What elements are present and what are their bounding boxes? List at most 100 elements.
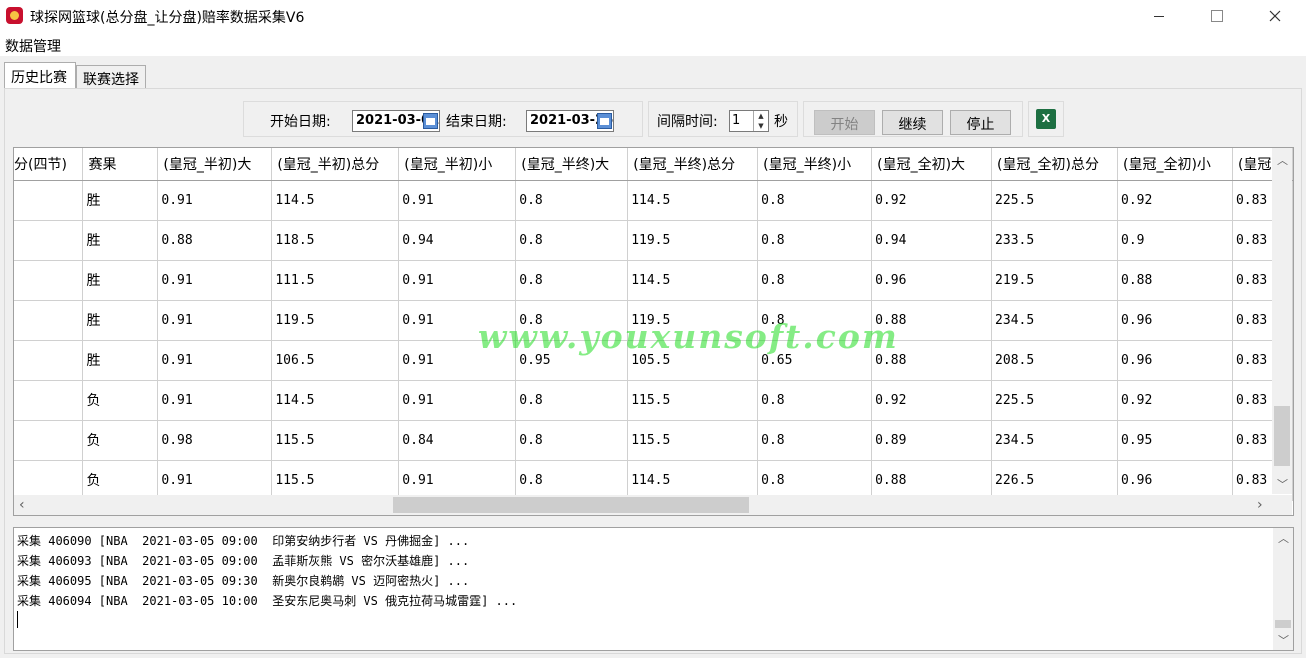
table-cell[interactable]: 226.5 bbox=[991, 460, 1118, 501]
column-header[interactable]: (皇冠_半终)总分 bbox=[627, 148, 759, 181]
start-button[interactable]: 开始 bbox=[814, 110, 875, 135]
grid-horizontal-scrollbar[interactable]: ‹ › bbox=[14, 495, 1272, 515]
column-header[interactable]: (皇冠_全初)大 bbox=[871, 148, 993, 181]
table-cell[interactable]: 0.8 bbox=[515, 420, 629, 461]
grid-horizontal-scroll-thumb[interactable] bbox=[393, 497, 749, 513]
table-cell[interactable] bbox=[14, 300, 84, 341]
interval-stepper[interactable]: 1 ▲ ▼ bbox=[729, 110, 769, 132]
log-output[interactable]: 采集 406090 [NBA 2021-03-05 09:00 印第安纳步行者 … bbox=[13, 527, 1294, 651]
table-cell[interactable]: 0.95 bbox=[1117, 420, 1233, 461]
table-cell[interactable]: 0.96 bbox=[1117, 460, 1233, 501]
table-cell[interactable]: 114.5 bbox=[271, 180, 400, 221]
scroll-down-arrow-icon[interactable]: ﹀ bbox=[1278, 632, 1289, 648]
table-cell[interactable]: 233.5 bbox=[991, 220, 1118, 261]
table-cell[interactable]: 0.9 bbox=[1117, 220, 1233, 261]
table-cell[interactable]: 0.91 bbox=[398, 460, 517, 501]
table-cell[interactable]: 0.96 bbox=[1117, 300, 1233, 341]
table-cell[interactable] bbox=[14, 340, 84, 381]
maximize-button[interactable] bbox=[1188, 0, 1246, 32]
column-header[interactable]: (皇冠_全初)小 bbox=[1117, 148, 1233, 181]
spin-down-arrow-icon[interactable]: ▼ bbox=[753, 121, 768, 131]
table-cell[interactable]: 0.8 bbox=[515, 260, 629, 301]
table-cell[interactable]: 234.5 bbox=[991, 300, 1118, 341]
table-cell[interactable]: 119.5 bbox=[271, 300, 400, 341]
table-cell[interactable]: 208.5 bbox=[991, 340, 1118, 381]
table-cell[interactable]: 胜 bbox=[82, 180, 159, 221]
table-cell[interactable]: 225.5 bbox=[991, 380, 1118, 421]
table-cell[interactable]: 0.8 bbox=[515, 180, 629, 221]
table-cell[interactable]: 0.8 bbox=[757, 420, 873, 461]
table-cell[interactable] bbox=[14, 380, 84, 421]
table-cell[interactable]: 0.8 bbox=[757, 220, 873, 261]
table-cell[interactable]: 0.91 bbox=[398, 380, 517, 421]
table-cell[interactable]: 115.5 bbox=[627, 380, 759, 421]
column-header[interactable]: (皇冠_半初)总分 bbox=[271, 148, 400, 181]
table-cell[interactable]: 0.91 bbox=[157, 180, 273, 221]
table-row[interactable]: 胜 0.91 114.5 0.91 0.8 114.5 0.8 0.92 225.5 0.92 0.… bbox=[14, 180, 1293, 221]
close-button[interactable] bbox=[1246, 0, 1304, 32]
table-cell[interactable]: 0.91 bbox=[398, 260, 517, 301]
column-header[interactable]: (皇冠_半终)大 bbox=[515, 148, 629, 181]
table-cell[interactable]: 胜 bbox=[82, 340, 159, 381]
table-cell[interactable]: 0.92 bbox=[871, 180, 993, 221]
table-cell[interactable]: 114.5 bbox=[627, 180, 759, 221]
table-cell[interactable]: 106.5 bbox=[271, 340, 400, 381]
table-cell[interactable]: 0.8 bbox=[515, 460, 629, 501]
column-header[interactable]: (皇冠_半初)小 bbox=[398, 148, 517, 181]
scroll-right-arrow-icon[interactable]: › bbox=[1257, 497, 1263, 513]
table-cell[interactable]: 0.91 bbox=[157, 300, 273, 341]
table-row[interactable]: 胜 0.91 111.5 0.91 0.8 114.5 0.8 0.96 219.5 0.88 0.… bbox=[14, 260, 1293, 301]
table-cell[interactable]: 0.96 bbox=[871, 260, 993, 301]
minimize-button[interactable] bbox=[1130, 0, 1188, 32]
grid-vertical-scrollbar[interactable]: ︿ ﹀ bbox=[1272, 148, 1292, 494]
table-cell[interactable]: 0.96 bbox=[1117, 340, 1233, 381]
excel-export-icon[interactable]: X bbox=[1036, 109, 1056, 129]
table-cell[interactable]: 0.8 bbox=[757, 460, 873, 501]
table-cell[interactable]: 负 bbox=[82, 460, 159, 501]
spin-up-arrow-icon[interactable]: ▲ bbox=[753, 111, 768, 121]
table-cell[interactable]: 0.91 bbox=[157, 340, 273, 381]
table-cell[interactable]: 111.5 bbox=[271, 260, 400, 301]
table-cell[interactable]: 115.5 bbox=[271, 460, 400, 501]
table-cell[interactable]: 0.84 bbox=[398, 420, 517, 461]
table-cell[interactable]: 0.94 bbox=[398, 220, 517, 261]
table-cell[interactable]: 115.5 bbox=[627, 420, 759, 461]
calendar-icon[interactable] bbox=[597, 113, 612, 129]
table-row[interactable]: 负 0.91 115.5 0.91 0.8 114.5 0.8 0.88 226.5 0.96 0.… bbox=[14, 460, 1293, 501]
table-cell[interactable]: 0.92 bbox=[1117, 180, 1233, 221]
table-cell[interactable]: 115.5 bbox=[271, 420, 400, 461]
table-cell[interactable] bbox=[14, 180, 84, 221]
table-cell[interactable]: 118.5 bbox=[271, 220, 400, 261]
table-cell[interactable]: 119.5 bbox=[627, 220, 759, 261]
grid-vertical-scroll-thumb[interactable] bbox=[1274, 406, 1290, 466]
menu-item-data-management[interactable]: 数据管理 bbox=[5, 36, 61, 56]
table-cell[interactable]: 0.8 bbox=[757, 180, 873, 221]
column-header[interactable]: (皇冠_半终)小 bbox=[757, 148, 873, 181]
scroll-left-arrow-icon[interactable]: ‹ bbox=[19, 497, 25, 513]
table-row[interactable]: 负 0.98 115.5 0.84 0.8 115.5 0.8 0.89 234.5 0.95 0.… bbox=[14, 420, 1293, 461]
table-cell[interactable]: 0.8 bbox=[515, 220, 629, 261]
table-row[interactable]: 负 0.91 114.5 0.91 0.8 115.5 0.8 0.92 225.5 0.92 0.… bbox=[14, 380, 1293, 421]
scroll-up-arrow-icon[interactable]: ︿ bbox=[1277, 152, 1288, 168]
column-header[interactable]: (皇冠_全初)总分 bbox=[991, 148, 1118, 181]
log-vertical-scroll-thumb[interactable] bbox=[1275, 620, 1291, 628]
start-date-picker[interactable]: 2021-03-01 bbox=[352, 110, 440, 132]
table-cell[interactable]: 0.88 bbox=[157, 220, 273, 261]
table-cell[interactable] bbox=[14, 220, 84, 261]
table-cell[interactable]: 0.98 bbox=[157, 420, 273, 461]
table-cell[interactable]: 负 bbox=[82, 380, 159, 421]
calendar-icon[interactable] bbox=[423, 113, 438, 129]
tab-league-select[interactable]: 联赛选择 bbox=[76, 65, 146, 88]
column-header[interactable]: 赛果 bbox=[82, 148, 159, 181]
table-cell[interactable]: 胜 bbox=[82, 260, 159, 301]
column-header[interactable]: 分(四节) bbox=[14, 148, 84, 181]
table-cell[interactable]: 0.91 bbox=[157, 380, 273, 421]
table-cell[interactable]: 0.92 bbox=[1117, 380, 1233, 421]
table-cell[interactable]: 0.91 bbox=[157, 260, 273, 301]
table-cell[interactable]: 114.5 bbox=[627, 260, 759, 301]
column-header[interactable]: (皇冠_半初)大 bbox=[157, 148, 273, 181]
table-cell[interactable]: 0.8 bbox=[757, 380, 873, 421]
table-cell[interactable]: 0.8 bbox=[515, 380, 629, 421]
table-cell[interactable]: 114.5 bbox=[271, 380, 400, 421]
stop-button[interactable]: 停止 bbox=[950, 110, 1011, 135]
